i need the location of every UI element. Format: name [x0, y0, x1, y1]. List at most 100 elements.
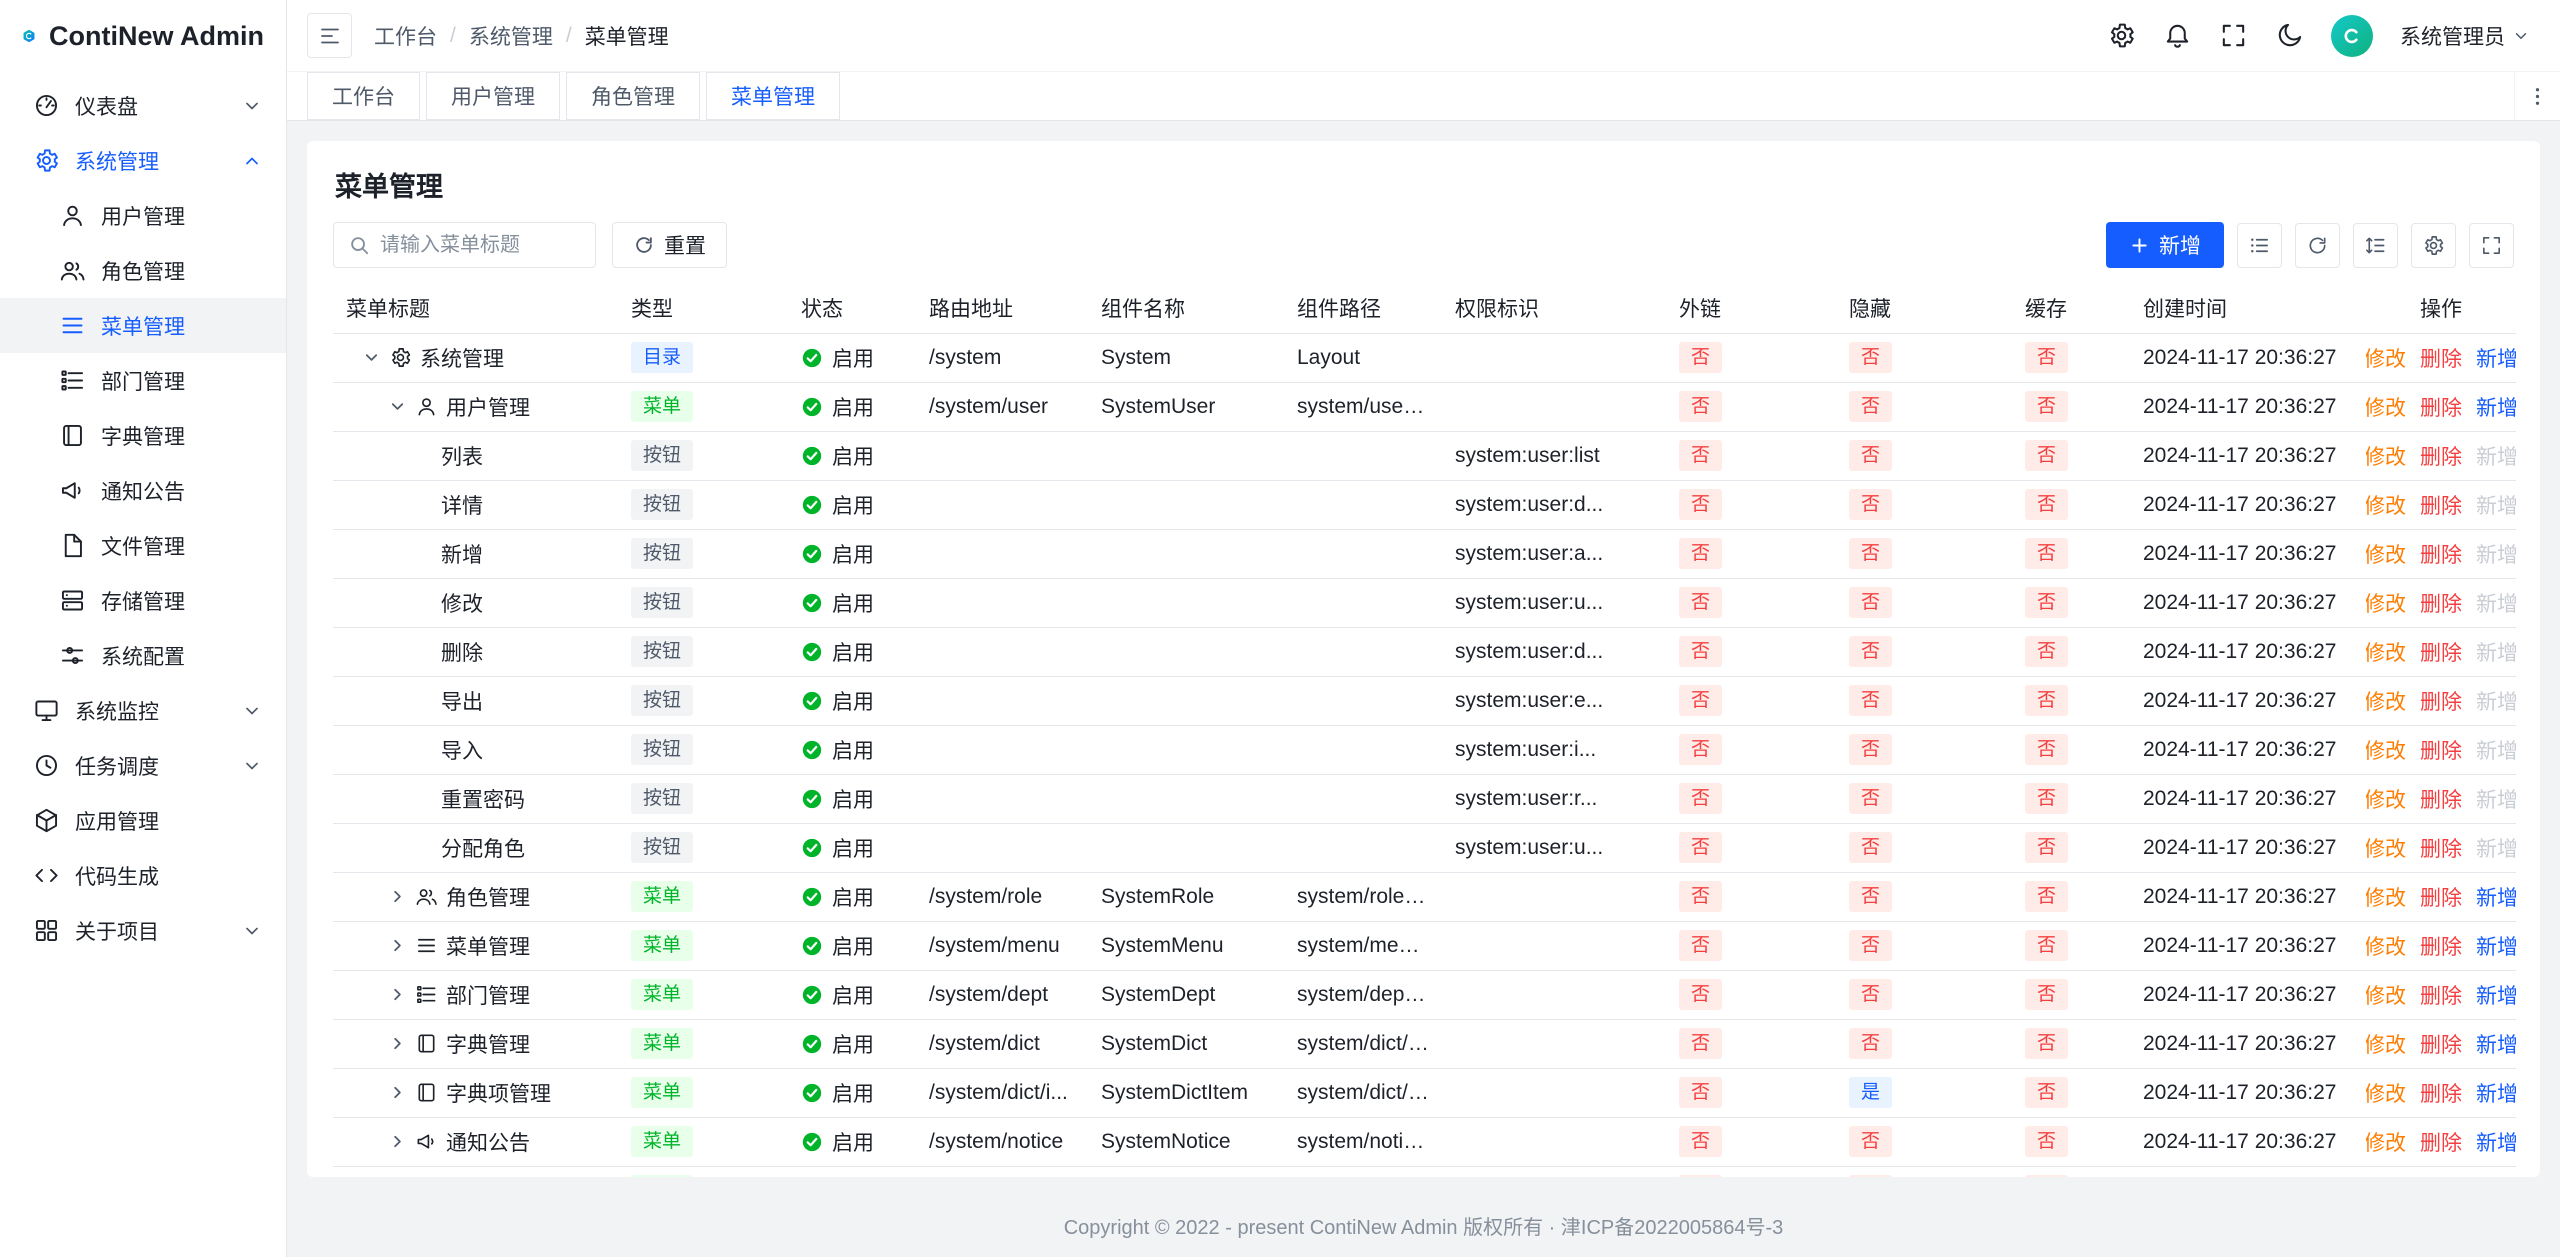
edit-link[interactable]: 修改	[2366, 1176, 2406, 1178]
table-row[interactable]: 重置密码 按钮 启用 system:user:r... 否 否 否 2024-1…	[333, 774, 2516, 823]
sidebar-item-monitor[interactable]: 系统监控	[0, 683, 286, 738]
add-link[interactable]: 新增	[2476, 980, 2516, 1010]
edit-link[interactable]: 修改	[2366, 1078, 2406, 1108]
sidebar-item-storage-management[interactable]: 存储管理	[0, 573, 286, 628]
edit-link[interactable]: 修改	[2366, 686, 2406, 716]
tab-role[interactable]: 角色管理	[566, 72, 700, 120]
table-row[interactable]: 导出 按钮 启用 system:user:e... 否 否 否 2024-11-…	[333, 676, 2516, 725]
edit-link[interactable]: 修改	[2366, 343, 2406, 373]
sidebar-item-app-management[interactable]: 应用管理	[0, 793, 286, 848]
add-link[interactable]: 新增	[2476, 833, 2516, 863]
collapse-sidebar-button[interactable]	[307, 13, 352, 58]
add-link[interactable]: 新增	[2476, 539, 2516, 569]
table-row[interactable]: 字典管理 菜单 启用 /system/dict SystemDict syste…	[333, 1019, 2516, 1068]
edit-link[interactable]: 修改	[2366, 1127, 2406, 1157]
sidebar-item-system[interactable]: 系统管理	[0, 133, 286, 188]
breadcrumb-item[interactable]: 系统管理	[469, 21, 553, 51]
column-settings-button[interactable]	[2411, 223, 2456, 268]
edit-link[interactable]: 修改	[2366, 784, 2406, 814]
fullscreen-button[interactable]	[2219, 21, 2248, 50]
delete-link[interactable]: 删除	[2420, 833, 2462, 863]
sidebar-item-dashboard[interactable]: 仪表盘	[0, 78, 286, 133]
delete-link[interactable]: 删除	[2420, 735, 2462, 765]
sidebar-item-file-management[interactable]: 文件管理	[0, 518, 286, 573]
delete-link[interactable]: 删除	[2420, 392, 2462, 422]
sidebar-item-dict-management[interactable]: 字典管理	[0, 408, 286, 463]
add-link[interactable]: 新增	[2476, 784, 2516, 814]
table-row[interactable]: 列表 按钮 启用 system:user:list 否 否 否 2024-11-…	[333, 431, 2516, 480]
table-row[interactable]: 通知公告 菜单 启用 /system/notice SystemNotice s…	[333, 1117, 2516, 1166]
tab-menu[interactable]: 菜单管理	[706, 72, 840, 120]
row-height-button[interactable]	[2353, 223, 2398, 268]
add-button[interactable]: 新增	[2106, 222, 2224, 268]
brand[interactable]: ContiNew Admin	[0, 0, 286, 72]
edit-link[interactable]: 修改	[2366, 735, 2406, 765]
add-link[interactable]: 新增	[2476, 343, 2516, 373]
breadcrumb-item[interactable]: 菜单管理	[585, 21, 669, 51]
list-view-button[interactable]	[2237, 223, 2282, 268]
table-row[interactable]: 修改 按钮 启用 system:user:u... 否 否 否 2024-11-…	[333, 578, 2516, 627]
edit-link[interactable]: 修改	[2366, 1029, 2406, 1059]
delete-link[interactable]: 删除	[2420, 686, 2462, 716]
delete-link[interactable]: 删除	[2420, 441, 2462, 471]
edit-link[interactable]: 修改	[2366, 588, 2406, 618]
user-menu[interactable]: 系统管理员	[2400, 21, 2530, 51]
table-row[interactable]: 新增 按钮 启用 system:user:a... 否 否 否 2024-11-…	[333, 529, 2516, 578]
add-link[interactable]: 新增	[2476, 1029, 2516, 1059]
table-row[interactable]: 角色管理 菜单 启用 /system/role SystemRole syste…	[333, 872, 2516, 921]
delete-link[interactable]: 删除	[2420, 931, 2462, 961]
settings-button[interactable]	[2107, 21, 2136, 50]
table-row[interactable]: 分配角色 按钮 启用 system:user:u... 否 否 否 2024-1…	[333, 823, 2516, 872]
delete-link[interactable]: 删除	[2420, 539, 2462, 569]
add-link[interactable]: 新增	[2476, 931, 2516, 961]
table-row[interactable]: 详情 按钮 启用 system:user:d... 否 否 否 2024-11-…	[333, 480, 2516, 529]
table-refresh-button[interactable]	[2295, 223, 2340, 268]
delete-link[interactable]: 删除	[2420, 784, 2462, 814]
delete-link[interactable]: 删除	[2420, 1029, 2462, 1059]
delete-link[interactable]: 删除	[2420, 637, 2462, 667]
tab-more-button[interactable]	[2514, 72, 2560, 120]
add-link[interactable]: 新增	[2476, 735, 2516, 765]
delete-link[interactable]: 删除	[2420, 490, 2462, 520]
delete-link[interactable]: 删除	[2420, 1078, 2462, 1108]
notifications-button[interactable]	[2163, 21, 2192, 50]
edit-link[interactable]: 修改	[2366, 490, 2406, 520]
edit-link[interactable]: 修改	[2366, 441, 2406, 471]
add-link[interactable]: 新增	[2476, 637, 2516, 667]
avatar[interactable]	[2331, 15, 2373, 57]
dark-mode-button[interactable]	[2275, 21, 2304, 50]
add-link[interactable]: 新增	[2476, 490, 2516, 520]
table-row[interactable]: 导入 按钮 启用 system:user:i... 否 否 否 2024-11-…	[333, 725, 2516, 774]
add-link[interactable]: 新增	[2476, 1127, 2516, 1157]
sidebar-item-schedule[interactable]: 任务调度	[0, 738, 286, 793]
table-row[interactable]: 用户管理 菜单 启用 /system/user SystemUser syste…	[333, 382, 2516, 431]
sidebar-item-code-generation[interactable]: 代码生成	[0, 848, 286, 903]
add-link[interactable]: 新增	[2476, 392, 2516, 422]
tab-user[interactable]: 用户管理	[426, 72, 560, 120]
edit-link[interactable]: 修改	[2366, 637, 2406, 667]
table-row[interactable]: 菜单管理 菜单 启用 /system/menu SystemMenu syste…	[333, 921, 2516, 970]
edit-link[interactable]: 修改	[2366, 882, 2406, 912]
add-link[interactable]: 新增	[2476, 1078, 2516, 1108]
sidebar-item-notice-management[interactable]: 通知公告	[0, 463, 286, 518]
table-row[interactable]: 文件管理 菜单 启用 /system/file SystemFile syste…	[333, 1166, 2516, 1177]
sidebar-item-role-management[interactable]: 角色管理	[0, 243, 286, 298]
sidebar-item-dept-management[interactable]: 部门管理	[0, 353, 286, 408]
delete-link[interactable]: 删除	[2420, 882, 2462, 912]
edit-link[interactable]: 修改	[2366, 833, 2406, 863]
delete-link[interactable]: 删除	[2420, 343, 2462, 373]
delete-link[interactable]: 删除	[2420, 588, 2462, 618]
sidebar-item-menu-management[interactable]: 菜单管理	[0, 298, 286, 353]
sidebar-item-system-config[interactable]: 系统配置	[0, 628, 286, 683]
edit-link[interactable]: 修改	[2366, 980, 2406, 1010]
edit-link[interactable]: 修改	[2366, 392, 2406, 422]
add-link[interactable]: 新增	[2476, 588, 2516, 618]
edit-link[interactable]: 修改	[2366, 931, 2406, 961]
table-row[interactable]: 字典项管理 菜单 启用 /system/dict/i... SystemDict…	[333, 1068, 2516, 1117]
table-fullscreen-button[interactable]	[2469, 223, 2514, 268]
table-row[interactable]: 删除 按钮 启用 system:user:d... 否 否 否 2024-11-…	[333, 627, 2516, 676]
table-row[interactable]: 部门管理 菜单 启用 /system/dept SystemDept syste…	[333, 970, 2516, 1019]
sidebar-item-user-management[interactable]: 用户管理	[0, 188, 286, 243]
delete-link[interactable]: 删除	[2420, 980, 2462, 1010]
tab-workplace[interactable]: 工作台	[307, 72, 420, 120]
